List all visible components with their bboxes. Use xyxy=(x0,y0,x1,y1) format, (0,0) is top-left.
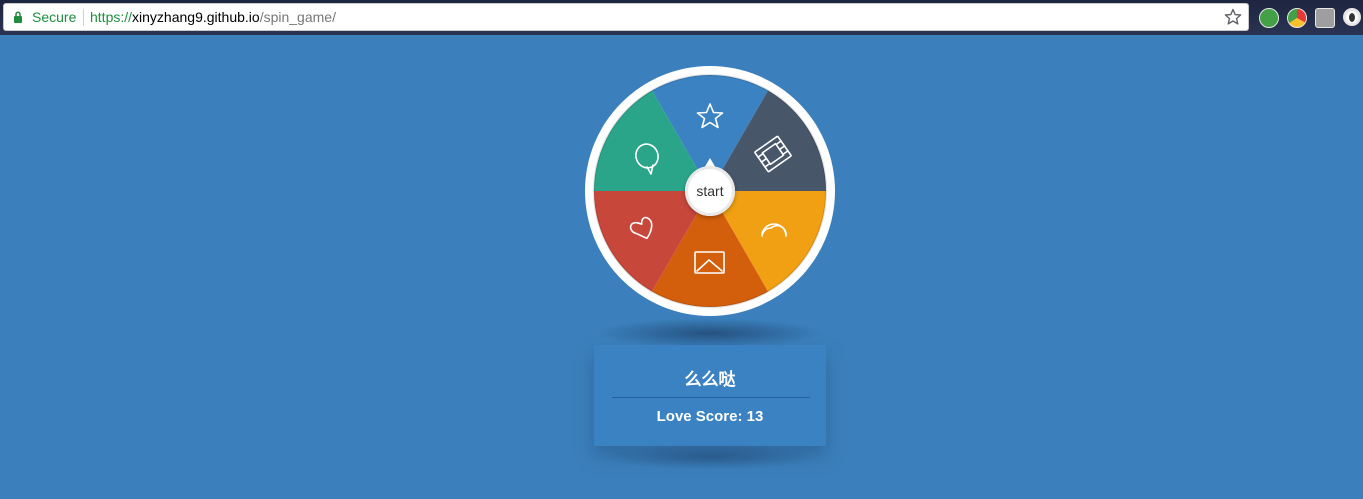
result-panel: 么么哒 Love Score: 13 xyxy=(594,345,826,446)
url-text[interactable]: https://xinyzhang9.github.io/spin_game/ xyxy=(90,9,336,25)
wheel-shadow xyxy=(595,318,825,348)
start-button[interactable]: start xyxy=(685,166,735,216)
url-path: /spin_game/ xyxy=(259,9,336,25)
bookmark-star-icon[interactable] xyxy=(1224,8,1242,26)
lock-icon xyxy=(14,11,22,23)
result-title: 么么哒 xyxy=(684,370,736,389)
love-score-value: 13 xyxy=(746,408,764,425)
url-host: xinyzhang9.github.io xyxy=(132,9,260,25)
omnibox-divider xyxy=(83,9,84,26)
browser-toolbar: Secure https://xinyzhang9.github.io/spin… xyxy=(0,0,1363,35)
address-bar[interactable]: Secure https://xinyzhang9.github.io/spin… xyxy=(3,3,1249,31)
panel-shadow xyxy=(604,444,816,470)
spin-wheel[interactable]: start xyxy=(585,66,835,316)
circle-extension-icon[interactable] xyxy=(1343,8,1361,26)
love-score: Love Score: 13 xyxy=(594,408,826,425)
color-wheel-extension-icon[interactable] xyxy=(1287,8,1307,28)
grey-extension-icon[interactable] xyxy=(1315,8,1335,28)
love-score-label: Love Score: xyxy=(656,408,743,425)
secure-label: Secure xyxy=(32,9,77,25)
url-scheme: https:// xyxy=(90,9,133,25)
result-divider xyxy=(612,397,810,398)
green-extension-icon[interactable] xyxy=(1259,8,1279,28)
